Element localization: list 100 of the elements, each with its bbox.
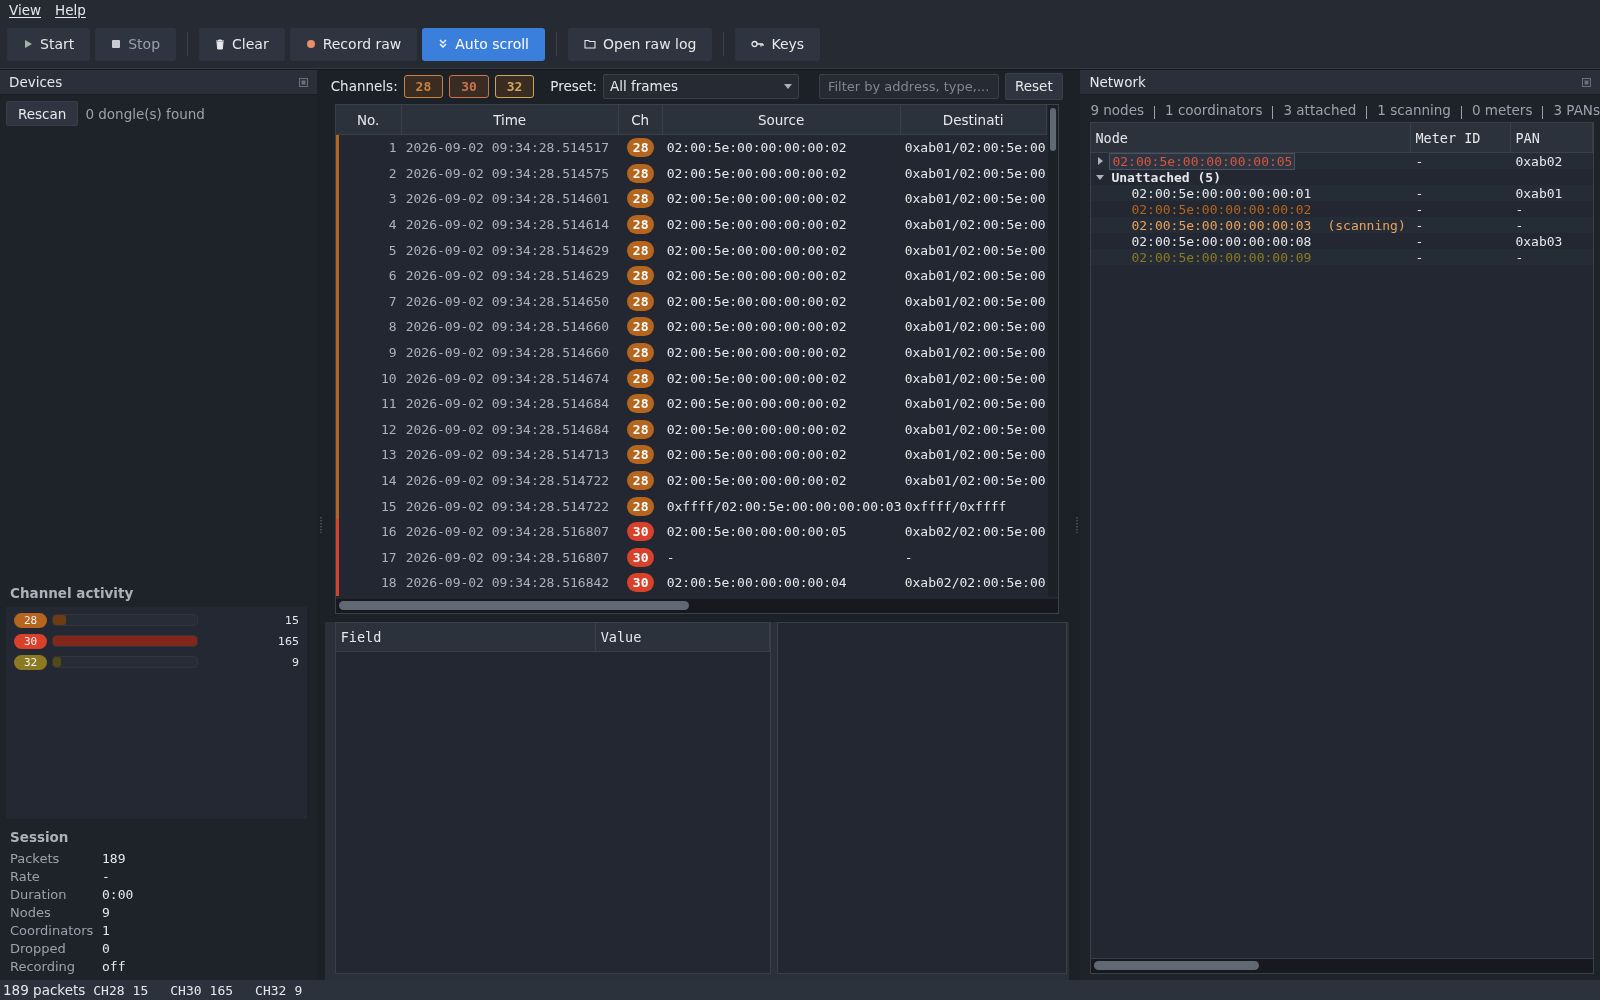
table-cell-text: 0xab01/02:00:5e:00 — [903, 268, 1047, 284]
column-header[interactable]: Meter ID — [1411, 123, 1512, 152]
filter-field[interactable]: Filter by address, type,... — [818, 73, 999, 99]
activity-count: 15 — [283, 613, 299, 627]
undock-icon — [298, 77, 308, 87]
channel-badge: 28 — [627, 471, 655, 490]
table-cell-text: 02:00:5e:00:00:00:00:02 — [665, 140, 848, 156]
preset-label: Preset: — [550, 78, 597, 94]
column-header[interactable]: PAN — [1511, 123, 1593, 152]
table-cell-text: - — [1414, 249, 1425, 265]
record-button[interactable]: Record raw — [289, 27, 418, 61]
column-header[interactable]: Time — [401, 105, 619, 134]
session-value: 0 — [102, 941, 111, 957]
table-cell-text: 0xab01/02:00:5e:00 — [903, 473, 1047, 488]
table-cell-text: 14 — [380, 473, 398, 488]
session-label: Nodes — [10, 905, 52, 921]
table-cell-text: 0xab02/02:00:5e:00 — [903, 575, 1047, 591]
channel-badge: 30 — [627, 573, 655, 593]
table-cell-text: 0xab01/02:00:5e:00 — [903, 242, 1047, 258]
node-address[interactable]: 02:00:5e:00:00:00:00:08 — [1129, 233, 1314, 249]
channel-toggle[interactable]: 30 — [449, 74, 489, 98]
caret-icon — [783, 83, 792, 89]
table-cell-text: 02:00:5e:00:00:00:00:05 — [665, 524, 848, 540]
keys-button[interactable]: Keys — [735, 27, 821, 61]
table-cell-text: - — [1414, 201, 1425, 217]
table-cell-text: 02:00:5e:00:00:00:00:02 — [665, 319, 848, 335]
clear-button[interactable]: Clear — [199, 27, 285, 61]
table-cell-text: 0xab01/02:00:5e:00 — [903, 293, 1047, 309]
undock-icon — [1582, 77, 1591, 87]
table-cell-text: 2026-09-02 09:34:28.516807 — [404, 549, 611, 565]
channel-badge: 28 — [627, 419, 655, 439]
table-cell-text: - — [1514, 217, 1525, 233]
status-count: 9 — [294, 982, 303, 998]
channel-badge: 28 — [14, 612, 47, 628]
node-address[interactable]: 02:00:5e:00:00:00:00:03 — [1129, 217, 1314, 233]
table-cell-text: - — [1414, 153, 1425, 169]
table-cell-text: 02:00:5e:00:00:00:00:02 — [665, 191, 848, 207]
summary-stat: 1 scanning — [1377, 102, 1451, 120]
session-value: off — [102, 959, 127, 975]
table-cell-text: - — [1414, 233, 1425, 249]
session-label: Packets — [10, 851, 61, 867]
section-title: Session — [10, 829, 70, 845]
horizontal-scrollbar[interactable] — [1091, 958, 1593, 973]
session-label: Coordinators — [10, 923, 95, 939]
channel-badge: 28 — [627, 189, 655, 209]
table-cell-text: 4 — [387, 217, 398, 233]
menu-item[interactable]: Help — [55, 2, 86, 18]
table-cell-text: 02:00:5e:00:00:00:00:02 — [665, 370, 848, 386]
channel-toggle[interactable]: 32 — [494, 74, 535, 98]
channel-badge: 28 — [627, 291, 655, 311]
horizontal-scrollbar[interactable] — [335, 599, 1058, 613]
table-cell-text: 7 — [387, 293, 398, 309]
status-channel: CH28 — [93, 982, 125, 998]
session-value: 9 — [102, 905, 111, 921]
panel-title: Devices — [9, 74, 63, 90]
node-address[interactable]: 02:00:5e:00:00:00:00:02 — [1129, 201, 1314, 217]
column-header[interactable]: Source — [662, 105, 901, 134]
table-cell-text: - — [1414, 185, 1425, 201]
open-log-button[interactable]: Open raw log — [568, 27, 713, 61]
table-cell-text: 0xab01/02:00:5e:00 — [903, 165, 1047, 181]
stop-icon — [111, 39, 122, 49]
summary-stat: 1 coordinators — [1165, 102, 1263, 120]
channel-badge: 32 — [14, 654, 47, 670]
trash-icon — [215, 38, 226, 50]
channel-badge: 28 — [627, 215, 655, 235]
session-value: 189 — [102, 851, 127, 867]
table-cell-text: 02:00:5e:00:00:00:00:02 — [665, 242, 848, 258]
start-button[interactable]: Start — [7, 27, 91, 61]
session-label: Dropped — [10, 941, 67, 957]
channel-badge: 28 — [627, 343, 655, 363]
column-header[interactable]: Destinati — [900, 105, 1047, 134]
table-cell-text: 3 — [387, 191, 398, 207]
table-cell-text: 2026-09-02 09:34:28.514660 — [404, 345, 611, 361]
column-header[interactable]: No. — [335, 105, 402, 134]
table-cell-text: 16 — [380, 524, 398, 540]
node-note: (scanning) — [1327, 217, 1406, 233]
table-cell-text: 2026-09-02 09:34:28.514601 — [404, 191, 611, 207]
vertical-scrollbar[interactable] — [1047, 105, 1058, 597]
column-header[interactable]: Field — [335, 623, 596, 651]
session-value: 0:00 — [102, 887, 135, 903]
table-cell-text: 0xab01/02:00:5e:00 — [903, 421, 1047, 437]
reset-button[interactable]: Reset — [1004, 72, 1063, 100]
column-header[interactable]: Value — [595, 623, 770, 651]
channel-badge: 30 — [14, 633, 47, 649]
rescan-button[interactable]: Rescan — [6, 101, 79, 126]
activity-count: 165 — [276, 634, 299, 648]
splitter-handle-icon — [319, 517, 322, 533]
node-address[interactable]: 02:00:5e:00:00:00:00:01 — [1129, 185, 1314, 201]
menu-item[interactable]: View — [9, 2, 42, 18]
auto-scroll-button[interactable]: Auto scroll — [422, 27, 545, 61]
column-header[interactable]: Node — [1091, 123, 1412, 152]
channel-toggle[interactable]: 28 — [403, 74, 444, 98]
table-cell-text: 0xab01/02:00:5e:00 — [903, 140, 1047, 156]
summary-stat: 0 meters — [1471, 102, 1533, 120]
table-cell-text: 02:00:5e:00:00:00:00:02 — [665, 165, 848, 181]
channel-badge: 28 — [627, 496, 655, 516]
column-header[interactable]: Ch — [618, 105, 663, 134]
table-cell-text: 2026-09-02 09:34:28.514650 — [404, 293, 611, 309]
group-label[interactable]: Unattached (5) — [1109, 169, 1223, 185]
preset-dropdown[interactable]: All frames — [602, 73, 799, 99]
